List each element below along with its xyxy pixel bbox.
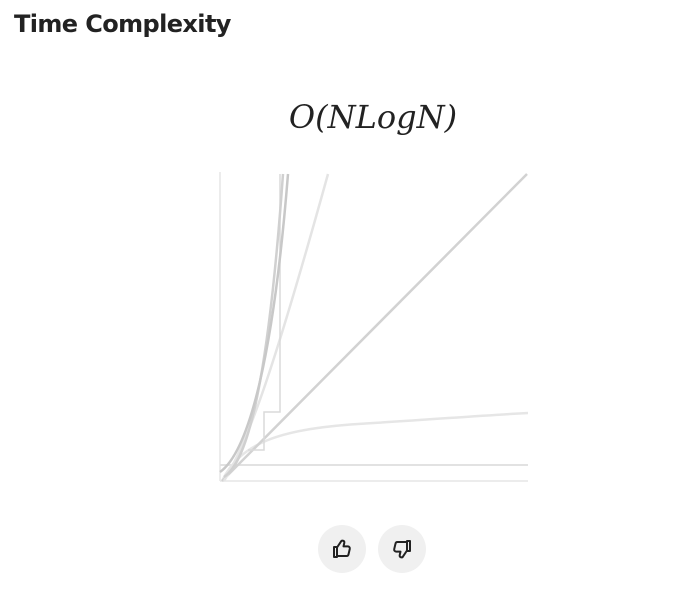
thumbs-up-icon [333,539,351,558]
thumbs-down-icon [393,540,411,559]
curve-logarithmic [220,411,528,482]
curve-nlogn [222,173,330,482]
feedback-buttons [318,525,426,573]
curve-exponential [223,173,285,479]
curve-quadratic [219,173,290,474]
complexity-curves [219,172,528,482]
complexity-chart [218,172,528,484]
dislike-button[interactable] [378,525,426,573]
complexity-formula: O(NLogN) [288,98,458,136]
like-button[interactable] [318,525,366,573]
section-title: Time Complexity [14,10,231,38]
